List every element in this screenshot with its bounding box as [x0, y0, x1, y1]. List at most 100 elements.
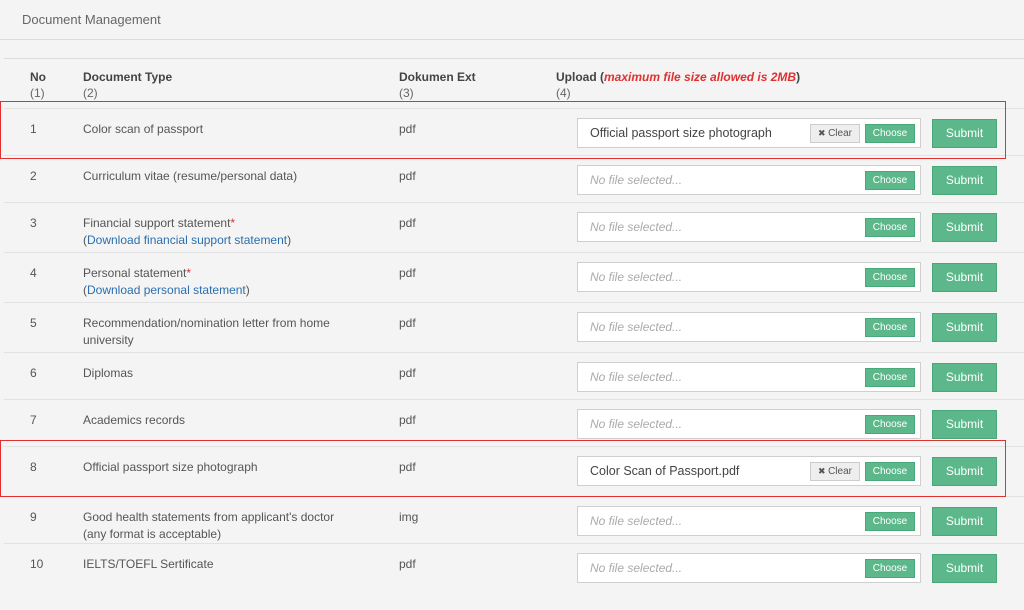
submit-button[interactable]: Submit — [932, 554, 997, 583]
header-upload-paren-close: ) — [796, 70, 801, 84]
choose-file-button[interactable]: Choose — [865, 512, 915, 531]
choose-file-button[interactable]: Choose — [865, 124, 915, 143]
selected-file-name: No file selected... — [590, 370, 683, 384]
document-type-label: Color scan of passport — [83, 122, 204, 136]
clear-x-icon: ✖ — [818, 466, 829, 476]
document-type-cell: Personal statement* (Download personal st… — [83, 265, 383, 299]
row-number: 7 — [30, 413, 37, 427]
submit-button[interactable]: Submit — [932, 213, 997, 242]
document-type-label: Diplomas — [83, 366, 134, 380]
submit-button[interactable]: Submit — [932, 410, 997, 439]
clear-label: Clear — [828, 466, 852, 477]
clear-button[interactable]: ✖ Clear — [810, 124, 860, 143]
row-number: 8 — [30, 460, 37, 474]
row-number: 10 — [30, 557, 44, 571]
file-upload-field[interactable]: No file selected... Choose — [577, 409, 921, 439]
submit-button[interactable]: Submit — [932, 313, 997, 342]
row-number: 9 — [30, 510, 37, 524]
file-upload-field[interactable]: No file selected... Choose — [577, 553, 921, 583]
document-ext: pdf — [399, 316, 416, 330]
table-row: 4 Personal statement* (Download personal s… — [4, 252, 1024, 302]
file-upload-field[interactable]: Color Scan of Passport.pdf ✖ Clear Choose — [577, 456, 921, 486]
row-number: 2 — [30, 169, 37, 183]
file-upload-field[interactable]: Official passport size photograph ✖ Clear… — [577, 118, 921, 148]
selected-file-name: No file selected... — [590, 514, 683, 528]
required-asterisk: * — [230, 216, 236, 230]
file-upload-field[interactable]: No file selected... Choose — [577, 262, 921, 292]
choose-file-button[interactable]: Choose — [865, 171, 915, 190]
document-ext: pdf — [399, 366, 416, 380]
file-upload-field[interactable]: No file selected... Choose — [577, 312, 921, 342]
document-ext: pdf — [399, 413, 416, 427]
choose-file-button[interactable]: Choose — [865, 415, 915, 434]
header-no-sub: (1) — [30, 86, 45, 100]
selected-file-name: No file selected... — [590, 220, 683, 234]
table-row: 7 Academics records pdf No file selected...… — [4, 399, 1024, 446]
choose-file-button[interactable]: Choose — [865, 218, 915, 237]
table-row: 3 Financial support statement* (Download f… — [4, 202, 1024, 252]
document-ext: pdf — [399, 122, 416, 136]
selected-file-name: No file selected... — [590, 561, 683, 575]
file-upload-field[interactable]: No file selected... Choose — [577, 506, 921, 536]
document-type-label: Academics records — [83, 413, 186, 427]
document-type-cell: Official passport size photograph — [83, 459, 383, 476]
document-type-cell: Diplomas — [83, 365, 383, 382]
submit-button[interactable]: Submit — [932, 507, 997, 536]
table-row: 5 Recommendation/nomination letter from h… — [4, 302, 1024, 352]
choose-file-button[interactable]: Choose — [865, 368, 915, 387]
document-management-panel: Document Management No (1) Document Type… — [0, 0, 1024, 610]
submit-button[interactable]: Submit — [932, 363, 997, 392]
clear-x-icon: ✖ — [818, 128, 829, 138]
header-ext-sub: (3) — [399, 86, 414, 100]
row-number: 1 — [30, 122, 37, 136]
submit-button[interactable]: Submit — [932, 119, 997, 148]
document-type-cell: Color scan of passport — [83, 121, 383, 138]
document-type-label: Personal statement — [83, 266, 187, 280]
table-row: 6 Diplomas pdf No file selected... Choose Sub… — [4, 352, 1024, 399]
download-template-link[interactable]: Download personal statement — [87, 283, 246, 297]
header-document-type: Document Type (2) — [83, 69, 172, 101]
document-type-cell: Recommendation/nomination letter from ho… — [83, 315, 383, 349]
header-upload-paren-open: ( — [596, 70, 605, 84]
choose-file-button[interactable]: Choose — [865, 559, 915, 578]
submit-button[interactable]: Submit — [932, 263, 997, 292]
document-ext: pdf — [399, 216, 416, 230]
document-type-cell: Academics records — [83, 412, 383, 429]
choose-file-button[interactable]: Choose — [865, 268, 915, 287]
header-upload-note: maximum file size allowed is 2MB — [604, 70, 797, 84]
document-ext: pdf — [399, 557, 416, 571]
selected-file-name: Official passport size photograph — [590, 126, 772, 140]
choose-file-button[interactable]: Choose — [865, 462, 915, 481]
header-no-label: No — [30, 70, 46, 84]
document-type-cell: IELTS/TOEFL Sertificate — [83, 556, 383, 573]
table-row: 9 Good health statements from applicant's… — [4, 496, 1024, 543]
required-asterisk: * — [186, 266, 192, 280]
document-type-label: Official passport size photograph — [83, 460, 258, 474]
download-template-link[interactable]: Download financial support statement — [87, 233, 287, 247]
header-upload-label: Upload — [556, 70, 597, 84]
table-row: 2 Curriculum vitae (resume/personal data)… — [4, 155, 1024, 202]
document-type-label: Financial support statement — [83, 216, 231, 230]
header-type-label: Document Type — [83, 70, 173, 84]
submit-button[interactable]: Submit — [932, 166, 997, 195]
file-upload-field[interactable]: No file selected... Choose — [577, 165, 921, 195]
row-number: 5 — [30, 316, 37, 330]
submit-button[interactable]: Submit — [932, 457, 997, 486]
document-ext: pdf — [399, 460, 416, 474]
selected-file-name: No file selected... — [590, 270, 683, 284]
file-upload-field[interactable]: No file selected... Choose — [577, 362, 921, 392]
clear-label: Clear — [828, 128, 852, 139]
document-type-label: Recommendation/nomination letter from ho… — [83, 316, 330, 330]
file-upload-field[interactable]: No file selected... Choose — [577, 212, 921, 242]
table-row: 10 IELTS/TOEFL Sertificate pdf No file sele… — [4, 543, 1024, 593]
clear-button[interactable]: ✖ Clear — [810, 462, 860, 481]
row-number: 3 — [30, 216, 37, 230]
panel-title: Document Management — [22, 12, 161, 27]
header-type-sub: (2) — [83, 86, 98, 100]
choose-file-button[interactable]: Choose — [865, 318, 915, 337]
document-type-label: IELTS/TOEFL Sertificate — [83, 557, 214, 571]
header-ext-label: Dokumen Ext — [399, 70, 476, 84]
document-type-label: Curriculum vitae (resume/personal data) — [83, 169, 298, 183]
panel-header: Document Management — [0, 0, 1024, 40]
row-number: 6 — [30, 366, 37, 380]
